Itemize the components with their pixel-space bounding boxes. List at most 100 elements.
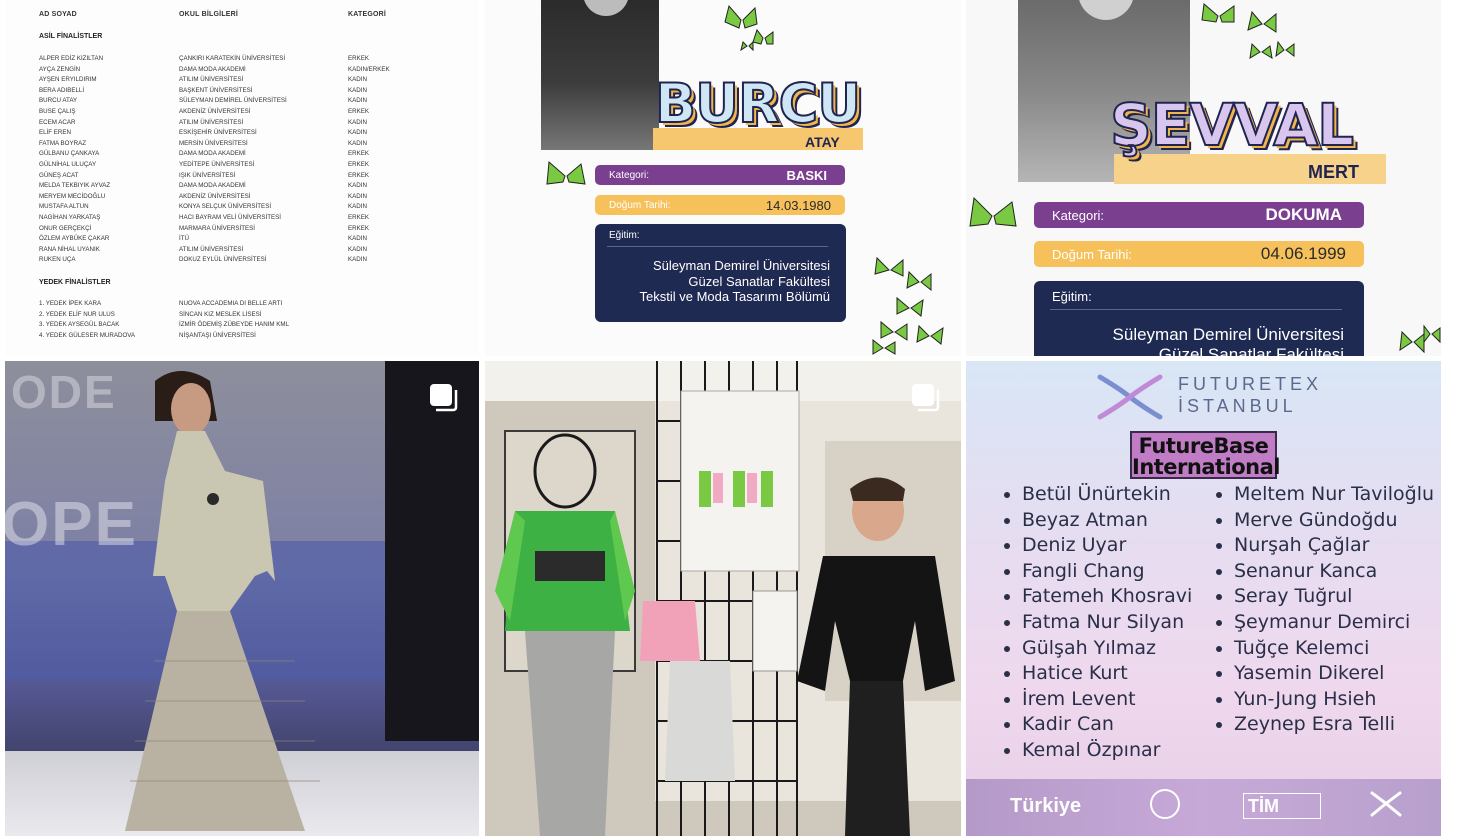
- finalist-name: GÜLBANU ÇANKAYA: [39, 150, 100, 158]
- reserve-names: 1. YEDEK İPEK KARA 2. YEDEK ELİF NUR ULUS…: [39, 299, 135, 341]
- finalist-category: KADIN/ERKEK: [348, 65, 390, 73]
- participant-name: Beyaz Atman: [1000, 508, 1192, 534]
- butterfly-icon: [546, 160, 586, 185]
- finalist-name: MELDA TEKBIYIK AYVAZ: [39, 182, 111, 190]
- reserve-school: İZMİR ÖDEMİŞ ZÜBEYDE HANIM KML: [179, 321, 290, 329]
- reserve-school: SİNCAN KIZ MESLEK LİSESİ: [179, 310, 262, 318]
- finalist-categories: ERKEK KADIN/ERKEK KADIN KADIN KADIN ERKEK KADI…: [348, 54, 390, 266]
- participant-name: Fangli Chang: [1000, 559, 1192, 585]
- finalist-school: DAMA MODA AKADEMİ: [179, 65, 246, 73]
- category-pill: Kategori: DOKUMA: [1034, 202, 1364, 228]
- ministry-seal-icon: [1150, 789, 1180, 819]
- education-label: Eğitim:: [1052, 289, 1092, 304]
- reserve-name: 3. YEDEK AYSEGÜL BACAK: [39, 321, 120, 329]
- sponsor-footer: Türkiye TİM: [966, 779, 1441, 836]
- finalist-category: KADIN: [348, 235, 367, 243]
- post-sevval-mert[interactable]: ŞEVVAL MERT Kategori: DOKUMA Doğum Tarih…: [966, 0, 1441, 356]
- finalist-school: DAMA MODA AKADEMİ: [179, 182, 246, 190]
- participant-name: Nurşah Çağlar: [1212, 533, 1434, 559]
- birth-value: 04.06.1999: [1260, 244, 1346, 263]
- birth-pill: Doğum Tarihi: 04.06.1999: [1034, 241, 1364, 267]
- futurebase-badge: FutureBase International: [1130, 431, 1281, 479]
- participant-name: Senanur Kanca: [1212, 559, 1434, 585]
- participant-name: Hatice Kurt: [1000, 661, 1192, 687]
- category-value: BASKI: [786, 167, 827, 183]
- participant-name: Tuğçe Kelemci: [1212, 636, 1434, 662]
- name-list-left: Betül Ünürtekin Beyaz Atman Deniz Uyar Fang…: [1000, 482, 1192, 764]
- finalist-category: KADIN: [348, 86, 367, 94]
- finalist-name: AYŞEN ERYILDIRIM: [39, 76, 97, 84]
- finalist-name: ÖZLEM AYBÜKE ÇAKAR: [39, 235, 110, 243]
- finalist-category: ERKEK: [348, 213, 369, 221]
- finalist-category: ERKEK: [348, 150, 369, 158]
- portrait-photo: [541, 0, 659, 150]
- finalist-category: KADIN: [348, 76, 367, 84]
- backdrop-text: ODE: [11, 366, 117, 418]
- finalist-name: ALPER EDİZ KIZILTAN: [39, 55, 104, 62]
- finalist-name: ONUR GERÇEKÇİ: [39, 224, 92, 232]
- last-name: ATAY: [805, 134, 840, 150]
- butterfly-icon: [969, 196, 1017, 227]
- participant-name: Yasemin Dikerel: [1212, 661, 1434, 687]
- finalist-school: MARMARA ÜNİVERSİTESİ: [179, 224, 255, 232]
- post-futuretex-list[interactable]: FUTURETEX İSTANBUL FutureBase Internatio…: [966, 361, 1441, 836]
- finalist-category: ERKEK: [348, 171, 369, 179]
- participant-name: Kemal Özpınar: [1000, 738, 1192, 764]
- participant-name: Zeynep Esra Telli: [1212, 712, 1434, 738]
- finalist-names: ALPER EDİZ KIZILTAN AYÇA ZENGİN AYŞEN ERYI…: [39, 54, 110, 266]
- finalist-name: BUSE ÇALIŞ: [39, 107, 76, 115]
- finalist-category: ERKEK: [348, 160, 369, 168]
- birth-label: Doğum Tarihi:: [609, 199, 671, 211]
- finalist-category: ERKEK: [348, 107, 369, 115]
- runway-photo: [5, 361, 479, 836]
- butterfly-icon: [724, 4, 774, 52]
- finalist-name: ELİF EREN: [39, 129, 71, 137]
- post-exhibition-photo[interactable]: [485, 361, 961, 836]
- birth-pill: Doğum Tarihi: 14.03.1980: [595, 195, 845, 215]
- participant-name: Deniz Uyar: [1000, 533, 1192, 559]
- post-finalist-list[interactable]: AD SOYAD OKUL BİLGİLERİ KATEGORİ ASİL Fİ…: [5, 0, 479, 356]
- finalist-name: NAGİHAN YARKATAŞ: [39, 213, 101, 221]
- education-label: Eğitim:: [609, 230, 640, 241]
- finalist-category: KADIN: [348, 245, 367, 253]
- category-label: Kategori:: [1052, 207, 1105, 223]
- futuretex-mini-logo-icon: [1370, 791, 1402, 817]
- finalist-school: ATILIM ÜNİVERSİTESİ: [179, 245, 244, 253]
- post-burcu-atay[interactable]: BURCU ATAY Kategori: BASKI Doğum Tarihi:…: [485, 0, 961, 356]
- finalist-school: YEDİTEPE ÜNİVERSİTESİ: [179, 160, 255, 168]
- finalist-category: KADIN: [348, 256, 367, 264]
- category-label: Kategori:: [609, 169, 650, 181]
- education-text: Süleyman Demirel Üniversitesi Güzel Sana…: [639, 258, 831, 304]
- reserve-schools: NUOVA ACCADEMIA DI BELLE ARTI SİNCAN KIZ …: [179, 299, 289, 341]
- turkiye-logo: Türkiye: [1010, 795, 1082, 817]
- last-name: MERT: [1308, 162, 1359, 182]
- reserve-school: NUOVA ACCADEMIA DI BELLE ARTI: [179, 300, 283, 307]
- col-header-school: OKUL BİLGİLERİ: [179, 11, 239, 18]
- category-pill: Kategori: BASKI: [595, 165, 845, 185]
- finalist-school: MERSİN ÜNİVERSİTESİ: [179, 139, 248, 147]
- finalist-category: KADIN: [348, 129, 367, 137]
- finalist-category: KADIN: [348, 192, 367, 200]
- finalist-name: FATMA BOYRAZ: [39, 139, 86, 147]
- participant-name: Merve Gündoğdu: [1212, 508, 1434, 534]
- finalist-school: IŞIK ÜNİVERSİTESİ: [179, 171, 236, 179]
- finalist-name: AYÇA ZENGİN: [39, 65, 81, 73]
- education-text: Süleyman Demirel Üniversitesi Güzel Sana…: [1112, 325, 1344, 356]
- finalist-name: GÜNEŞ ACAT: [39, 171, 79, 179]
- finalist-school: ESKİŞEHİR ÜNİVERSİTESİ: [179, 129, 257, 137]
- participant-name: Fatemeh Khosravi: [1000, 584, 1192, 610]
- exhibition-photo: [485, 361, 961, 836]
- participant-name: Gülşah Yılmaz: [1000, 636, 1192, 662]
- post-runway-photo[interactable]: ODE OPE: [5, 361, 479, 836]
- tim-logo: TİM: [1243, 793, 1321, 819]
- participant-name: Betül Ünürtekin: [1000, 482, 1192, 508]
- finalist-school: DAMA MODA AKADEMİ: [179, 150, 246, 158]
- finalist-category: KADIN: [348, 118, 367, 126]
- reserve-school: NİŞANTAŞI ÜNİVERSİTESİ: [179, 331, 256, 339]
- finalist-school: BAŞKENT ÜNİVERSİTESİ: [179, 86, 253, 94]
- participant-name: İrem Levent: [1000, 687, 1192, 713]
- finalist-category: KADIN: [348, 97, 367, 105]
- first-name: BURCU: [654, 72, 862, 135]
- backdrop-text: OPE: [5, 490, 138, 559]
- birth-value: 14.03.1980: [765, 197, 831, 213]
